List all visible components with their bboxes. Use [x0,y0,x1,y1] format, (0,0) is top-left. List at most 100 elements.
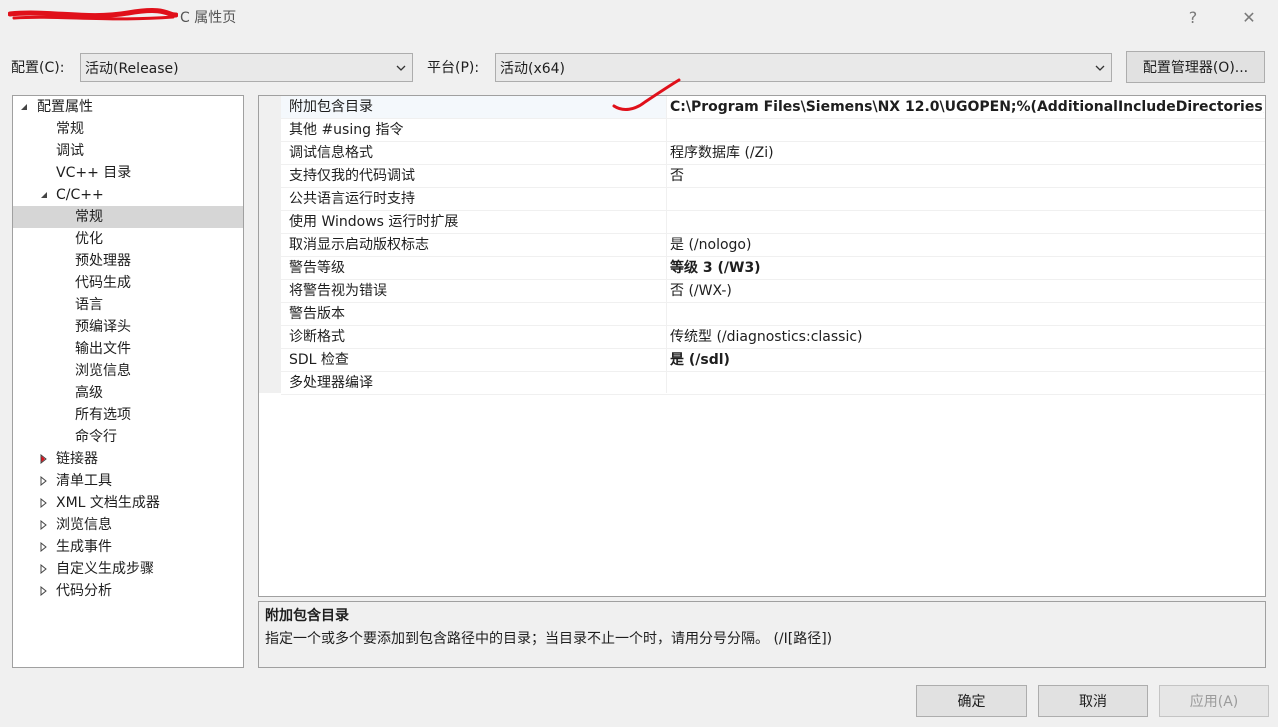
property-row[interactable]: SDL 检查 是 (/sdl) [281,349,1265,372]
tree-item[interactable]: 优化 [13,228,243,250]
collapsed-arrow-icon[interactable] [39,536,49,558]
tree-item[interactable]: 常规 [13,206,243,228]
tree-item[interactable]: 所有选项 [13,404,243,426]
tree-item-label: 调试 [56,143,84,159]
property-value[interactable]: 等级 3 (/W3) [670,257,1264,279]
tree-item[interactable]: VC++ 目录 [13,162,243,184]
property-name: 使用 Windows 运行时扩展 [289,214,459,230]
property-name: 其他 #using 指令 [289,122,404,138]
property-value[interactable]: 否 [670,165,1264,187]
tree-item[interactable]: XML 文档生成器 [13,492,243,514]
redaction-scribble [8,8,178,24]
property-name: 警告版本 [289,306,345,322]
tree-item-label: 浏览信息 [56,517,112,533]
tree-item-label: VC++ 目录 [56,165,132,181]
tree-item-label: 常规 [75,209,103,225]
property-row[interactable]: 警告等级 等级 3 (/W3) [281,257,1265,280]
property-row[interactable]: 警告版本 [281,303,1265,326]
property-value[interactable] [670,188,1264,210]
property-value[interactable] [670,303,1264,325]
platform-label: 平台(P): [427,60,480,76]
collapsed-arrow-icon[interactable] [39,580,49,602]
property-value[interactable]: 是 (/sdl) [670,349,1264,371]
property-row[interactable]: 公共语言运行时支持 [281,188,1265,211]
config-label: 配置(C): [11,60,65,76]
collapsed-arrow-icon[interactable] [39,514,49,536]
tree-item[interactable]: 自定义生成步骤 [13,558,243,580]
property-value[interactable]: 程序数据库 (/Zi) [670,142,1264,164]
property-grid[interactable]: 附加包含目录 C:\Program Files\Siemens\NX 12.0\U… [258,95,1266,597]
grid-left-margin [259,96,281,393]
tree-item-label: 浏览信息 [75,363,131,379]
description-title: 附加包含目录 [265,608,349,624]
collapsed-arrow-icon[interactable] [39,448,49,470]
property-value[interactable]: 否 (/WX-) [670,280,1264,302]
close-button[interactable]: ✕ [1234,4,1264,30]
property-name: 取消显示启动版权标志 [289,237,429,253]
tree-item[interactable]: C/C++ [13,184,243,206]
tree-item[interactable]: 语言 [13,294,243,316]
tree-item-label: 常规 [56,121,84,137]
tree-item-label: 代码生成 [75,275,131,291]
tree-item-label: 生成事件 [56,539,112,555]
tree-item[interactable]: 常规 [13,118,243,140]
title-bar: C 属性页 ? ✕ [0,0,1278,34]
property-row[interactable]: 附加包含目录 C:\Program Files\Siemens\NX 12.0\U… [281,96,1265,119]
tree-item[interactable]: 清单工具 [13,470,243,492]
property-value[interactable] [670,211,1264,233]
tree-item[interactable]: 代码分析 [13,580,243,602]
tree-item-label: 输出文件 [75,341,131,357]
help-button[interactable]: ? [1178,4,1208,30]
tree-item[interactable]: 代码生成 [13,272,243,294]
tree-item-label: 代码分析 [56,583,112,599]
tree-item[interactable]: 命令行 [13,426,243,448]
tree-item[interactable]: 生成事件 [13,536,243,558]
tree-item[interactable]: 浏览信息 [13,360,243,382]
tree-item-label: 配置属性 [37,99,93,115]
tree-item[interactable]: 高级 [13,382,243,404]
ok-button[interactable]: 确定 [916,685,1027,717]
tree-item[interactable]: 预处理器 [13,250,243,272]
tree-item[interactable]: 调试 [13,140,243,162]
tree-item-label: 预编译头 [75,319,131,335]
property-name: 将警告视为错误 [289,283,387,299]
chevron-down-icon [396,65,406,71]
property-row[interactable]: 使用 Windows 运行时扩展 [281,211,1265,234]
description-text: 指定一个或多个要添加到包含路径中的目录；当目录不止一个时，请用分号分隔。 (/I… [265,631,833,647]
apply-button[interactable]: 应用(A) [1159,685,1269,717]
property-value[interactable]: C:\Program Files\Siemens\NX 12.0\UGOPEN;… [670,96,1264,118]
expanded-arrow-icon[interactable] [19,96,29,118]
collapsed-arrow-icon[interactable] [39,558,49,580]
tree-item[interactable]: 输出文件 [13,338,243,360]
property-value[interactable]: 是 (/nologo) [670,234,1264,256]
expanded-arrow-icon[interactable] [39,184,49,206]
cancel-button[interactable]: 取消 [1038,685,1148,717]
property-name: 支持仅我的代码调试 [289,168,415,184]
property-value[interactable] [670,372,1264,394]
category-tree[interactable]: 配置属性 常规 调试 VC++ 目录 C/C++ 常规 优化 预处理器 代码生成 语言 预编译头 输出… [12,95,244,668]
close-icon: ✕ [1242,7,1256,27]
property-value[interactable]: 传统型 (/diagnostics:classic) [670,326,1264,348]
collapsed-arrow-icon[interactable] [39,470,49,492]
property-name: SDL 检查 [289,352,349,368]
property-row[interactable]: 其他 #using 指令 [281,119,1265,142]
property-row[interactable]: 支持仅我的代码调试 否 [281,165,1265,188]
tree-item[interactable]: 预编译头 [13,316,243,338]
config-combobox[interactable]: 活动(Release) [80,53,413,82]
platform-combobox[interactable]: 活动(x64) [495,53,1112,82]
property-row[interactable]: 取消显示启动版权标志 是 (/nologo) [281,234,1265,257]
property-value[interactable] [670,119,1264,141]
tree-item-label: 所有选项 [75,407,131,423]
property-name: 多处理器编译 [289,375,373,391]
property-row[interactable]: 调试信息格式 程序数据库 (/Zi) [281,142,1265,165]
tree-item-label: C/C++ [56,187,104,203]
config-manager-button[interactable]: 配置管理器(O)... [1126,51,1265,83]
tree-item[interactable]: 链接器 [13,448,243,470]
tree-item[interactable]: 浏览信息 [13,514,243,536]
property-row[interactable]: 将警告视为错误 否 (/WX-) [281,280,1265,303]
platform-value: 活动(x64) [500,60,566,77]
property-row[interactable]: 诊断格式 传统型 (/diagnostics:classic) [281,326,1265,349]
tree-item[interactable]: 配置属性 [13,96,243,118]
collapsed-arrow-icon[interactable] [39,492,49,514]
property-row[interactable]: 多处理器编译 [281,372,1265,395]
